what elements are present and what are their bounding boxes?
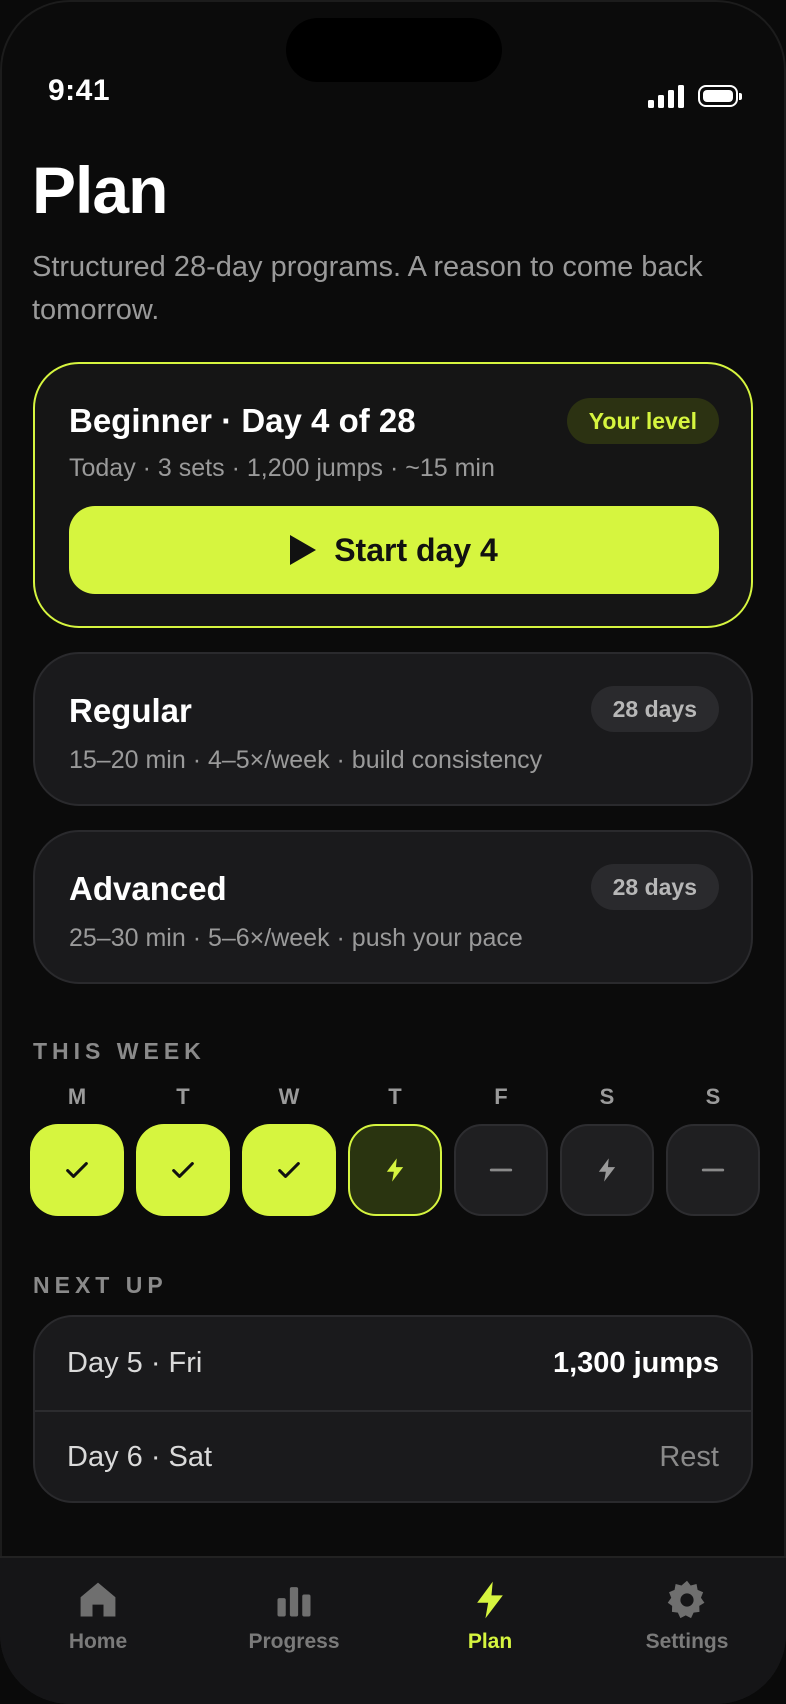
check-icon	[66, 1162, 88, 1178]
dash-icon	[701, 1168, 725, 1172]
program-title: Regular	[69, 692, 192, 729]
week-tracker: M T W T F S S	[30, 1084, 760, 1216]
program-card-advanced[interactable]: Advanced 28 days 25–30 min · 5–6×/week ·…	[33, 830, 753, 984]
phone-screen: 9:41 Plan Structured 28-day programs. A …	[0, 0, 786, 1704]
day-letter: T	[388, 1084, 402, 1109]
bar-chart-icon	[277, 1587, 311, 1617]
tab-home[interactable]: Home	[18, 1578, 178, 1654]
tab-label: Settings	[645, 1630, 729, 1653]
signal-icon	[648, 84, 684, 108]
dynamic-island	[286, 18, 502, 82]
day-status-rest[interactable]	[454, 1124, 548, 1216]
tab-label: Home	[68, 1630, 128, 1653]
section-heading-next-up: NEXT UP	[33, 1272, 168, 1298]
list-item-value: 1,300 jumps	[552, 1347, 719, 1379]
day-letter: F	[494, 1084, 508, 1109]
duration-badge: 28 days	[590, 686, 719, 732]
list-item[interactable]: Day 5 · Fri 1,300 jumps	[35, 1317, 751, 1410]
bolt-icon	[598, 1158, 616, 1182]
program-title: Advanced	[69, 870, 227, 907]
play-icon	[290, 535, 317, 565]
level-badge: Your level	[566, 398, 719, 444]
battery-icon	[698, 85, 742, 107]
week-day[interactable]: T	[136, 1084, 230, 1216]
program-card-regular[interactable]: Regular 28 days 15–20 min · 4–5×/week · …	[33, 652, 753, 806]
start-day-label: Start day 4	[334, 531, 498, 568]
section-heading-this-week: THIS WEEK	[33, 1038, 206, 1064]
day-status-done[interactable]	[30, 1124, 124, 1216]
tab-label: Plan	[467, 1630, 513, 1653]
start-day-button[interactable]: Start day 4	[69, 506, 719, 594]
list-item-label: Day 6 · Sat	[67, 1441, 213, 1473]
week-day[interactable]: M	[30, 1084, 124, 1216]
day-status-today[interactable]	[348, 1124, 442, 1216]
home-icon	[80, 1582, 116, 1617]
list-item-value: Rest	[659, 1441, 719, 1473]
tab-progress[interactable]: Progress	[214, 1578, 374, 1654]
program-subtitle: Today · 3 sets · 1,200 jumps · ~15 min	[69, 454, 495, 482]
check-icon	[278, 1162, 300, 1178]
day-letter: S	[599, 1084, 615, 1109]
dash-icon	[489, 1168, 513, 1172]
day-status-done[interactable]	[136, 1124, 230, 1216]
program-subtitle: 25–30 min · 5–6×/week · push your pace	[69, 924, 523, 952]
page-subtitle: Structured 28-day programs. A reason to …	[32, 251, 703, 326]
next-up-list: Day 5 · Fri 1,300 jumps Day 6 · Sat Rest	[33, 1315, 753, 1503]
program-card-beginner[interactable]: Beginner · Day 4 of 28 Your level Today …	[33, 362, 753, 628]
day-status-done[interactable]	[242, 1124, 336, 1216]
week-day[interactable]: F	[454, 1084, 548, 1216]
page-title: Plan	[32, 153, 168, 227]
week-day[interactable]: W	[242, 1084, 336, 1216]
program-subtitle: 15–20 min · 4–5×/week · build consistenc…	[69, 746, 543, 774]
bolt-icon	[477, 1581, 503, 1619]
check-icon	[172, 1162, 194, 1178]
day-letter: W	[278, 1084, 300, 1109]
list-item-label: Day 5 · Fri	[67, 1347, 203, 1379]
duration-badge: 28 days	[590, 864, 719, 910]
tab-plan[interactable]: Plan	[410, 1578, 570, 1654]
day-letter: M	[67, 1084, 87, 1109]
tab-settings[interactable]: Settings	[607, 1578, 767, 1654]
week-day[interactable]: S	[560, 1084, 654, 1216]
status-icons	[648, 84, 742, 108]
list-item[interactable]: Day 6 · Sat Rest	[35, 1410, 751, 1501]
status-time: 9:41	[48, 74, 111, 107]
week-day[interactable]: T	[348, 1084, 442, 1216]
day-status-planned[interactable]	[560, 1124, 654, 1216]
day-letter: T	[176, 1084, 190, 1109]
program-title: Beginner · Day 4 of 28	[69, 402, 416, 439]
gear-icon	[667, 1580, 705, 1619]
week-day[interactable]: S	[666, 1084, 760, 1216]
tab-bar: Home Progress Plan Settings	[0, 1556, 786, 1704]
day-letter: S	[705, 1084, 721, 1109]
bolt-icon	[386, 1158, 404, 1182]
tab-label: Progress	[248, 1630, 340, 1653]
day-status-rest[interactable]	[666, 1124, 760, 1216]
